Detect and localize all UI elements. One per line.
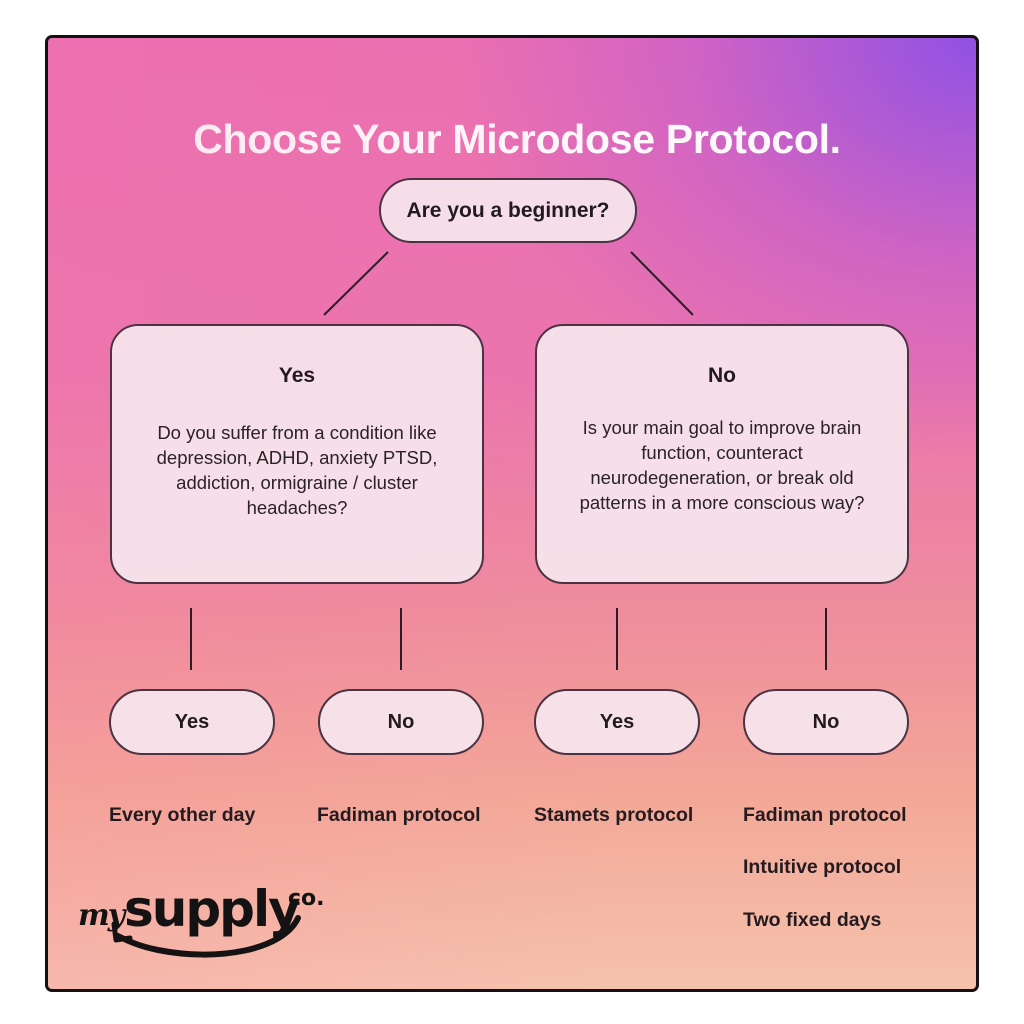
answer-label: Yes xyxy=(174,710,210,733)
branch-yes-label: Yes xyxy=(278,364,316,387)
root-question-node: Are you a beginner? xyxy=(379,178,637,243)
result-fadiman-protocol: Fadiman protocol xyxy=(317,804,481,826)
result-fadiman-protocol-2: Fadiman protocol xyxy=(743,804,907,826)
connector-no-yes xyxy=(616,608,618,670)
answer-label: No xyxy=(387,710,415,733)
result-every-other-day: Every other day xyxy=(109,804,256,826)
root-question-text: Are you a beginner? xyxy=(406,198,610,222)
branch-no-card: No Is your main goal to improve brain fu… xyxy=(535,324,909,584)
answer-label: No xyxy=(812,710,840,733)
branch-yes-question: Do you suffer from a condition like depr… xyxy=(156,422,438,518)
result-stamets-protocol: Stamets protocol xyxy=(534,804,694,826)
connector-root-to-yes xyxy=(323,251,389,316)
answer-no-yes-node: Yes xyxy=(534,689,700,755)
result-two-fixed-days: Two fixed days xyxy=(743,909,882,931)
answer-yes-yes-node: Yes xyxy=(109,689,275,755)
branch-yes-card: Yes Do you suffer from a condition like … xyxy=(110,324,484,584)
connector-yes-yes xyxy=(190,608,192,670)
logo-arrow-icon xyxy=(111,915,301,958)
connector-no-no xyxy=(825,608,827,670)
answer-yes-no-node: No xyxy=(318,689,484,755)
logo-suffix: co. xyxy=(288,886,325,911)
branch-no-question: Is your main goal to improve brain funct… xyxy=(579,417,865,513)
result-intuitive-protocol: Intuitive protocol xyxy=(743,856,902,878)
answer-no-no-node: No xyxy=(743,689,909,755)
connector-root-to-no xyxy=(630,251,694,316)
infographic-frame: Choose Your Microdose Protocol. Are you … xyxy=(45,35,979,992)
answer-label: Yes xyxy=(599,710,635,733)
connector-yes-no xyxy=(400,608,402,670)
branch-no-label: No xyxy=(708,364,736,387)
